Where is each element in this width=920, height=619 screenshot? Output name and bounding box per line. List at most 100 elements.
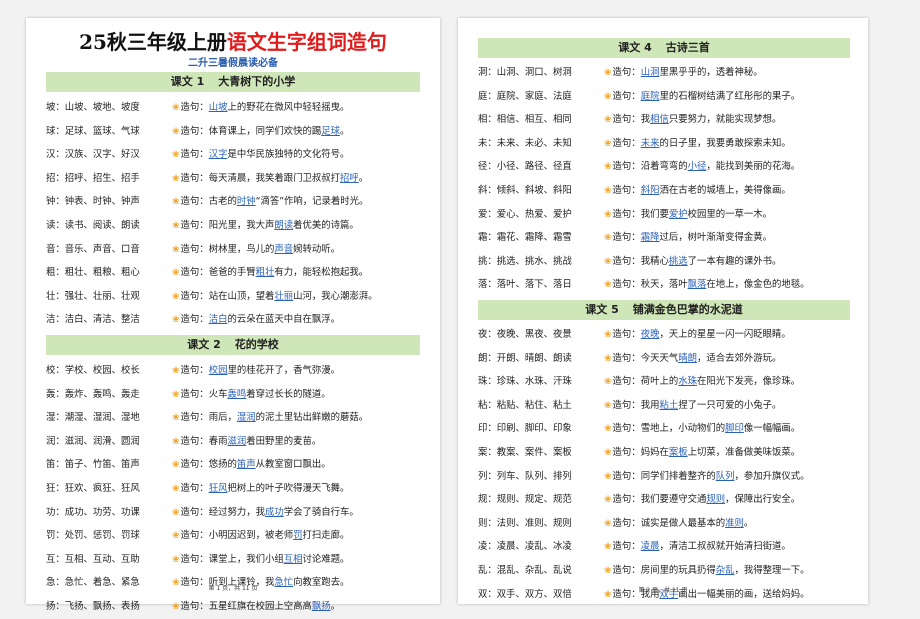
example-sentence: ❀造句：今天天气晴朗，适合去郊外游玩。 — [604, 347, 781, 372]
example-sentence: ❀造句：我们要爱护校园里的一草一木。 — [604, 203, 772, 228]
highlighted-word: 爱护 — [668, 208, 688, 220]
example-sentence: ❀造句：我用粘土捏了一只可爱的小兔子。 — [604, 394, 781, 419]
character: 庭 — [478, 90, 488, 102]
sentence-label: 造句： — [612, 564, 641, 576]
example-sentence: ❀造句：山坡上的野花在微风中轻轻摇曳。 — [172, 96, 349, 121]
vocab-row: 落：落叶、落下、落日 ❀造句：秋天，落叶飘落在地上，像金色的地毯。 — [478, 273, 856, 297]
example-sentence: ❀造句：凌晨，清洁工叔叔就开始清扫街道。 — [604, 535, 791, 560]
vocab-row: 珠：珍珠、水珠、汗珠 ❀造句：荷叶上的水珠在阳光下发亮，像珍珠。 — [478, 370, 856, 394]
flower-icon: ❀ — [172, 366, 180, 376]
colon: ： — [55, 125, 65, 137]
example-sentence: ❀造句：山洞里黑乎乎的，透着神秘。 — [604, 61, 763, 86]
vocab-row: 扬：飞扬、飘扬、表扬 ❀造句：五星红旗在校园上空高高飘扬。 — [46, 595, 426, 619]
colon: ： — [487, 399, 497, 411]
vocab-row: 庭：庭院、家庭、法庭 ❀造句：庭院里的石榴树结满了红彤彤的果子。 — [478, 85, 856, 109]
sentence-text: 在阳光下发亮，像珍珠。 — [696, 376, 801, 388]
character: 规 — [478, 494, 488, 506]
flower-icon: ❀ — [604, 495, 612, 506]
colon: ： — [487, 329, 497, 340]
sentence-text: 的日子里，我要勇敢探索未知。 — [659, 137, 791, 149]
word-list: 音乐、声音、口音 — [64, 243, 140, 255]
flower-icon: ❀ — [172, 150, 180, 161]
sentence-label: 造句： — [612, 352, 641, 364]
character: 斜 — [478, 184, 488, 196]
highlighted-word: 足球 — [321, 125, 340, 137]
vocab-row: 朗：开朗、晴朗、朗读 ❀造句：今天天气晴朗，适合去郊外游玩。 — [478, 347, 856, 371]
sentence-text: 过后，树叶渐渐变得金黄。 — [659, 232, 772, 244]
flower-icon: ❀ — [172, 173, 180, 184]
sentence-text: 我 — [640, 114, 651, 126]
character: 凌 — [478, 541, 488, 553]
colon: ： — [487, 90, 497, 102]
sentence-text: 捏了一只可爱的小兔子。 — [678, 399, 782, 411]
lesson-number: 课文 1 — [170, 75, 205, 88]
character: 乱 — [478, 564, 488, 576]
vocab-row: 湿：潮湿、湿润、湿地 ❀造句：雨后，湿润的泥土里钻出鲜嫩的蘑菇。 — [46, 406, 426, 430]
highlighted-word: 山坡 — [208, 102, 228, 113]
example-sentence: ❀造句：体育课上，同学们欢快的踢足球。 — [172, 120, 349, 145]
colon: ： — [487, 184, 497, 196]
sentence-text: 婉转动听。 — [293, 243, 340, 255]
sentence-label: 造句： — [180, 219, 209, 231]
vocab-row: 则：法则、准则、规则 ❀造句：诚实是做人最基本的准则。 — [478, 512, 856, 536]
word-list: 狂欢、疯狂、狂风 — [64, 482, 140, 494]
example-sentence: ❀造句：斜阳洒在古老的城墙上，美得像画。 — [604, 179, 791, 204]
sentence-text: 课堂上，我们小组 — [208, 553, 284, 565]
sentence-label: 造句： — [180, 600, 209, 612]
colon: ： — [55, 172, 65, 184]
document-page-2: 课文 4 古诗三首 洞：山洞、洞口、树洞 ❀造句：山洞里黑乎乎的，透着神秘。 庭：庭院、… — [458, 18, 868, 604]
colon: ： — [487, 161, 497, 173]
highlighted-word: 小径 — [687, 161, 707, 173]
sentence-text: 从教室窗口飘出。 — [255, 459, 331, 471]
sentence-label: 造句： — [612, 399, 641, 411]
sentence-text: 站在山顶，望着 — [208, 290, 275, 302]
flower-icon: ❀ — [604, 209, 612, 220]
character: 音 — [46, 243, 56, 255]
flower-icon: ❀ — [604, 377, 612, 388]
sentence-label: 造句： — [180, 196, 209, 208]
colon: ： — [55, 435, 65, 447]
flower-icon: ❀ — [172, 507, 180, 518]
sentence-text: ，能找到美丽的花海。 — [706, 161, 801, 173]
colon: ： — [487, 446, 497, 458]
highlighted-word: 时钟 — [236, 196, 256, 208]
sentence-label: 造句： — [180, 530, 209, 542]
example-sentence: ❀造句：庭院里的石榴树结满了红彤彤的果子。 — [604, 85, 800, 110]
sentence-text: 五星红旗在校园上空高高 — [208, 600, 312, 612]
colon: ： — [55, 243, 65, 255]
word-list: 开朗、晴朗、朗读 — [496, 352, 572, 364]
word-list: 落叶、落下、落日 — [496, 279, 572, 291]
page-footer: 第 1 页，共 11 页 — [208, 585, 258, 592]
example-sentence: ❀造句：五星红旗在校园上空高高飘扬。 — [172, 595, 340, 619]
vocab-row: 轰：轰炸、轰鸣、轰走 ❀造句：火车轰鸣着穿过长长的隧道。 — [46, 383, 426, 407]
sentence-text: 把树上的叶子吹得漫天飞舞。 — [227, 482, 350, 494]
flower-icon: ❀ — [604, 424, 612, 435]
example-sentence: ❀造句：小明因迟到，被老师罚打扫走廊。 — [172, 524, 349, 549]
word-list: 粗壮、粗粮、粗心 — [64, 267, 140, 279]
flower-icon: ❀ — [604, 233, 612, 244]
example-sentence: ❀造句：雪地上，小动物们的脚印像一幅幅画。 — [604, 417, 800, 442]
highlighted-word: 湿润 — [236, 412, 256, 424]
sentence-text: 诚实是做人最基本的 — [640, 517, 726, 529]
sentence-text: 上切菜，准备做美味饭菜。 — [687, 446, 801, 458]
example-sentence: ❀造句：每天清晨，我笑着跟门卫叔叔打招呼。 — [172, 167, 368, 192]
vocab-row: 狂：狂欢、疯狂、狂风 ❀造句：狂风把树上的叶子吹得漫天飞舞。 — [46, 477, 426, 501]
sentence-label: 造句： — [612, 184, 641, 196]
vocab-row: 功：成功、功劳、功课 ❀造句：经过努力，我成功学会了骑自行车。 — [46, 501, 426, 525]
example-sentence: ❀造句：树林里，鸟儿的声音婉转动听。 — [172, 238, 340, 263]
example-sentence: ❀造句：同学们排着整齐的队列，参加升旗仪式。 — [604, 465, 809, 490]
character: 校 — [46, 365, 56, 376]
vocab-row: 未：未来、未必、未知 ❀造句：未来的日子里，我要勇敢探索未知。 — [478, 132, 856, 156]
vocab-row: 汉：汉族、汉字、好汉 ❀造句：汉字是中华民族独特的文化符号。 — [46, 143, 426, 167]
vocab-row: 罚：处罚、惩罚、罚球 ❀造句：小明因迟到，被老师罚打扫走廊。 — [46, 524, 426, 548]
colon: ： — [55, 196, 65, 208]
sentence-label: 造句： — [612, 423, 641, 435]
vocab-row: 列：列车、队列、排列 ❀造句：同学们排着整齐的队列，参加升旗仪式。 — [478, 465, 856, 489]
flower-icon: ❀ — [172, 389, 180, 400]
colon: ： — [487, 564, 497, 576]
lesson-header: 课文 2 花的学校 — [46, 335, 420, 355]
flower-icon: ❀ — [172, 126, 180, 137]
vocab-row: 霜：霜花、霜降、霜雪 ❀造句：霜降过后，树叶渐渐变得金黄。 — [478, 226, 856, 250]
word-list: 笛子、竹笛、笛声 — [64, 459, 140, 471]
flower-icon: ❀ — [604, 115, 612, 126]
